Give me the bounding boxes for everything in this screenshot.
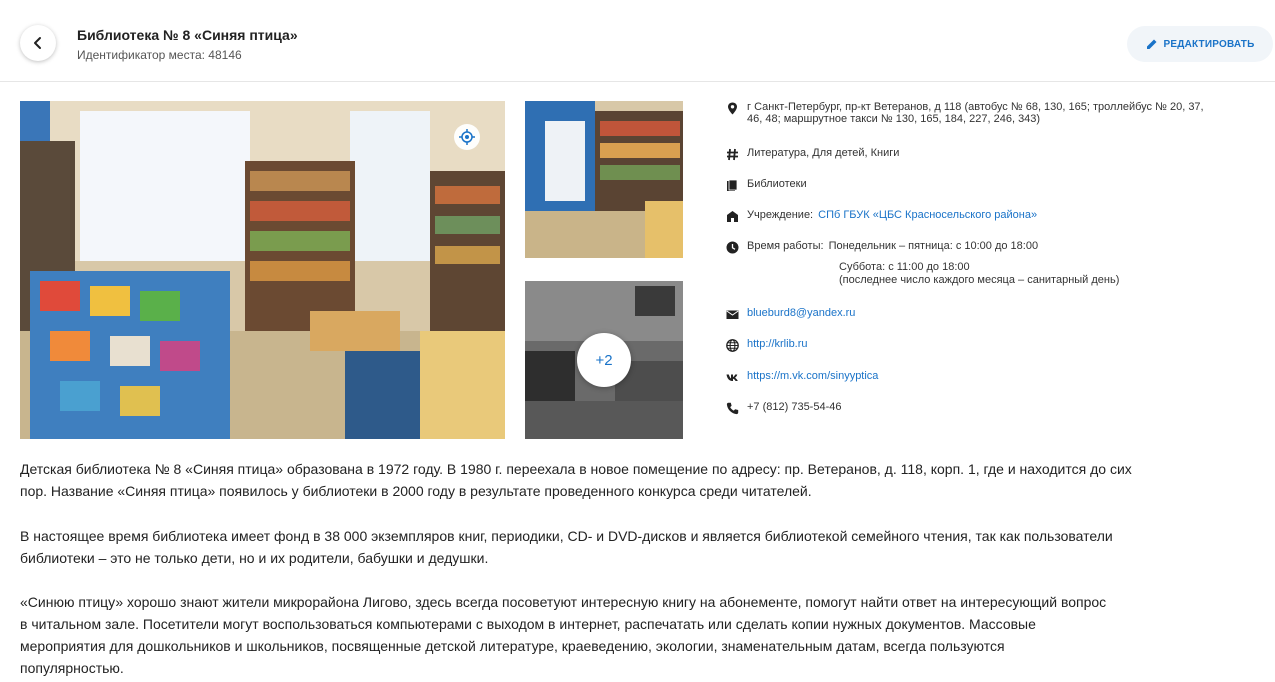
description-p2-line-1: В настоящее время библиотека имеет фонд … (20, 528, 1113, 544)
address-row: г Санкт-Петербург, пр-кт Ветеранов, д 11… (726, 101, 1204, 125)
description-p2-line-2: библиотеки – это не только дети, но и их… (20, 550, 489, 566)
description-p3-line-1: «Синюю птицу» хорошо знают жители микрор… (20, 594, 1107, 610)
hours-line-3: (последнее число каждого месяца – санита… (839, 274, 1120, 286)
tags-text: Литература, Для детей, Книги (747, 147, 900, 159)
books-icon (726, 178, 742, 192)
description-paragraph-2: В настоящее время библиотека имеет фонд … (20, 525, 1270, 569)
institution-label: Учреждение: (747, 209, 814, 221)
side-photo-1[interactable] (525, 101, 683, 258)
description-p3-line-2: в читальном зале. Посетители могут воспо… (20, 616, 1036, 632)
vk-icon (726, 370, 742, 384)
institution-link[interactable]: СПб ГБУК «ЦБС Красносельского района» (818, 209, 1037, 221)
vk-row: https://m.vk.com/sinyyptica (726, 370, 878, 384)
category-row: Библиотеки (726, 178, 807, 192)
hours-line-1: Понедельник – пятница: с 10:00 до 18:00 (828, 240, 1039, 252)
website-link[interactable]: http://krlib.ru (747, 338, 808, 350)
tags-row: Литература, Для детей, Книги (726, 147, 899, 161)
locate-button[interactable] (454, 124, 480, 150)
place-id: Идентификатор места: 48146 (77, 48, 242, 62)
map-pin-icon (726, 101, 742, 115)
description-paragraph-1: Детская библиотека № 8 «Синяя птица» обр… (20, 458, 1270, 502)
page-header: Библиотека № 8 «Синяя птица» Идентификат… (0, 0, 1275, 82)
category-text: Библиотеки (747, 178, 807, 190)
main-photo[interactable] (20, 101, 505, 439)
edit-button-label: РЕДАКТИРОВАТЬ (1163, 38, 1255, 50)
email-link[interactable]: blueburd8@yandex.ru (747, 307, 855, 319)
description-p3-line-4: популярностью. (20, 660, 124, 676)
hours-line-2: Суббота: с 11:00 до 18:00 (839, 261, 970, 273)
clock-icon (726, 240, 742, 254)
back-button[interactable] (20, 25, 56, 61)
vk-link[interactable]: https://m.vk.com/sinyyptica (747, 370, 878, 382)
page-title: Библиотека № 8 «Синяя птица» (77, 27, 298, 43)
description-p3-line-3: мероприятия для дошкольников и школьнико… (20, 638, 1005, 654)
website-row: http://krlib.ru (726, 338, 808, 352)
phone-row: +7 (812) 735-54-46 (726, 401, 841, 415)
address-line-1: г Санкт-Петербург, пр-кт Ветеранов, д 11… (747, 101, 1204, 113)
globe-icon (726, 338, 742, 352)
phone-icon (726, 401, 742, 415)
building-icon (726, 209, 742, 223)
email-row: blueburd8@yandex.ru (726, 307, 855, 321)
description-paragraph-3: «Синюю птицу» хорошо знают жители микрор… (20, 591, 1270, 679)
envelope-icon (726, 307, 742, 321)
hashtag-icon (726, 147, 742, 161)
crosshair-icon (459, 129, 475, 145)
address-line-2: 46, 48; маршрутное такси № 130, 165, 184… (747, 113, 1041, 125)
institution-row: Учреждение: СПб ГБУК «ЦБС Красносельског… (726, 209, 1037, 223)
pencil-icon (1146, 39, 1156, 49)
more-photos-badge[interactable]: +2 (577, 333, 631, 387)
hours-row: Время работы: Понедельник – пятница: с 1… (726, 240, 1038, 254)
edit-button[interactable]: РЕДАКТИРОВАТЬ (1127, 26, 1273, 62)
description-p1-line-1: Детская библиотека № 8 «Синяя птица» обр… (20, 461, 1132, 477)
hours-label: Время работы: (747, 240, 824, 252)
description-p1-line-2: пор. Название «Синяя птица» появилось у … (20, 483, 812, 499)
chevron-left-icon (34, 37, 41, 49)
phone-text: +7 (812) 735-54-46 (747, 401, 842, 413)
